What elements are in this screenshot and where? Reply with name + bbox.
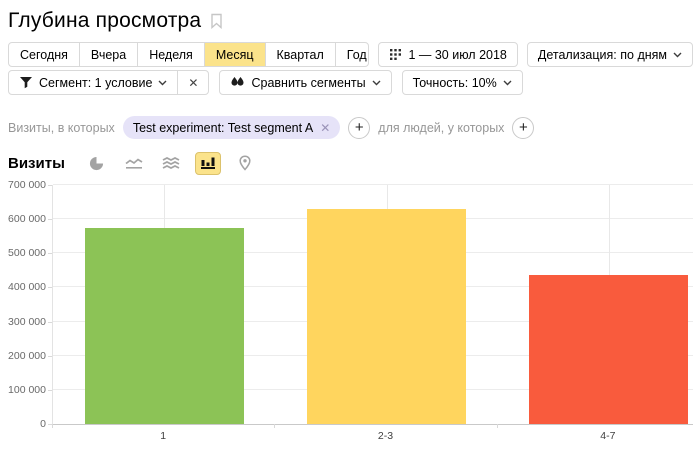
plus-icon: +: [519, 120, 528, 135]
y-axis-tick: [48, 390, 52, 391]
period-tab-year[interactable]: Год: [335, 43, 370, 66]
y-axis-tick: [48, 287, 52, 288]
pie-chart-icon[interactable]: [84, 152, 110, 175]
date-range-label: 1 — 30 июл 2018: [408, 48, 506, 62]
chevron-down-icon: [372, 80, 381, 86]
line-chart-icon[interactable]: [121, 152, 147, 175]
segment-tag[interactable]: Test experiment: Test segment A ✕: [123, 116, 340, 139]
detail-dropdown[interactable]: Детализация: по дням: [527, 42, 693, 67]
x-axis-tick: [497, 424, 498, 428]
chart-plot-area: [52, 185, 693, 424]
y-axis-tick: [48, 253, 52, 254]
segment-tag-label: Test experiment: Test segment A: [133, 121, 313, 135]
compare-segments-dropdown[interactable]: Сравнить сегменты: [219, 70, 391, 95]
bar-column-4-7[interactable]: [529, 275, 688, 424]
y-axis-tick-label: 300 000: [8, 316, 46, 328]
y-gridline: [53, 184, 693, 185]
date-range-button[interactable]: 1 — 30 июл 2018: [378, 42, 517, 67]
segment-dropdown[interactable]: Сегмент: 1 условие: [9, 71, 177, 94]
period-tab-today[interactable]: Сегодня: [9, 43, 79, 66]
compare-label: Сравнить сегменты: [251, 76, 365, 90]
tag-close-icon[interactable]: ✕: [320, 122, 330, 134]
bar-column-1[interactable]: [85, 228, 244, 424]
metric-label: Визиты: [8, 155, 65, 172]
page-title: Глубина просмотра: [8, 9, 201, 33]
x-axis-tick: [274, 424, 275, 428]
add-visit-condition-button[interactable]: +: [348, 117, 370, 139]
bar-chart-icon[interactable]: [195, 152, 221, 175]
y-axis-tick-label: 500 000: [8, 247, 46, 259]
visits-bar-chart: 0 100 000 200 000 300 000 400 000 500 000 600 …: [8, 182, 693, 452]
bookmark-icon[interactable]: [210, 13, 223, 29]
x-axis-tick-label: 2-3: [378, 430, 393, 442]
x-axis-tick-label: 1: [160, 430, 166, 442]
compare-drops-icon: [230, 76, 245, 89]
add-people-condition-button[interactable]: +: [512, 117, 534, 139]
filter-funnel-icon: [19, 76, 33, 89]
y-axis-tick-label: 100 000: [8, 384, 46, 396]
y-axis-tick-label: 600 000: [8, 213, 46, 225]
period-tabs: СегодняВчераНеделяМесяцКварталГод: [8, 42, 369, 67]
chevron-down-icon: [673, 52, 682, 58]
y-axis-tick: [48, 322, 52, 323]
period-tab-quarter[interactable]: Квартал: [265, 43, 335, 66]
y-axis-tick: [48, 356, 52, 357]
y-axis-tick-label: 700 000: [8, 179, 46, 191]
detail-label: Детализация: по дням: [538, 48, 667, 62]
metrica-report-page: Глубина просмотра СегодняВчераНеделяМеся…: [0, 0, 693, 452]
y-axis-tick-label: 0: [8, 418, 46, 430]
plus-icon: +: [355, 120, 364, 135]
y-gridline: [53, 424, 693, 425]
visits-condition-label: Визиты, в которых: [8, 121, 115, 135]
period-tab-month[interactable]: Месяц: [204, 43, 265, 66]
bar-column-2-3[interactable]: [307, 209, 466, 424]
x-axis-tick-label: 4-7: [600, 430, 615, 442]
map-pin-icon[interactable]: [232, 152, 258, 175]
y-axis-tick-label: 200 000: [8, 350, 46, 362]
stacked-areas-icon[interactable]: [158, 152, 184, 175]
y-axis-tick-label: 400 000: [8, 281, 46, 293]
segment-control-group: Сегмент: 1 условие ✕: [8, 70, 209, 95]
period-tab-week[interactable]: Неделя: [137, 43, 204, 66]
calendar-grid-icon: [389, 48, 402, 61]
period-tab-yesterday[interactable]: Вчера: [79, 43, 137, 66]
accuracy-label: Точность: 10%: [413, 76, 497, 90]
close-icon: ✕: [188, 77, 198, 89]
chevron-down-icon: [503, 80, 512, 86]
y-axis-tick: [48, 219, 52, 220]
y-axis-tick: [48, 185, 52, 186]
chevron-down-icon: [158, 80, 167, 86]
people-condition-label: для людей, у которых: [378, 121, 504, 135]
x-axis-tick: [52, 424, 53, 428]
accuracy-dropdown[interactable]: Точность: 10%: [402, 70, 523, 95]
segment-clear-button[interactable]: ✕: [177, 71, 208, 94]
segment-label: Сегмент: 1 условие: [39, 76, 152, 90]
